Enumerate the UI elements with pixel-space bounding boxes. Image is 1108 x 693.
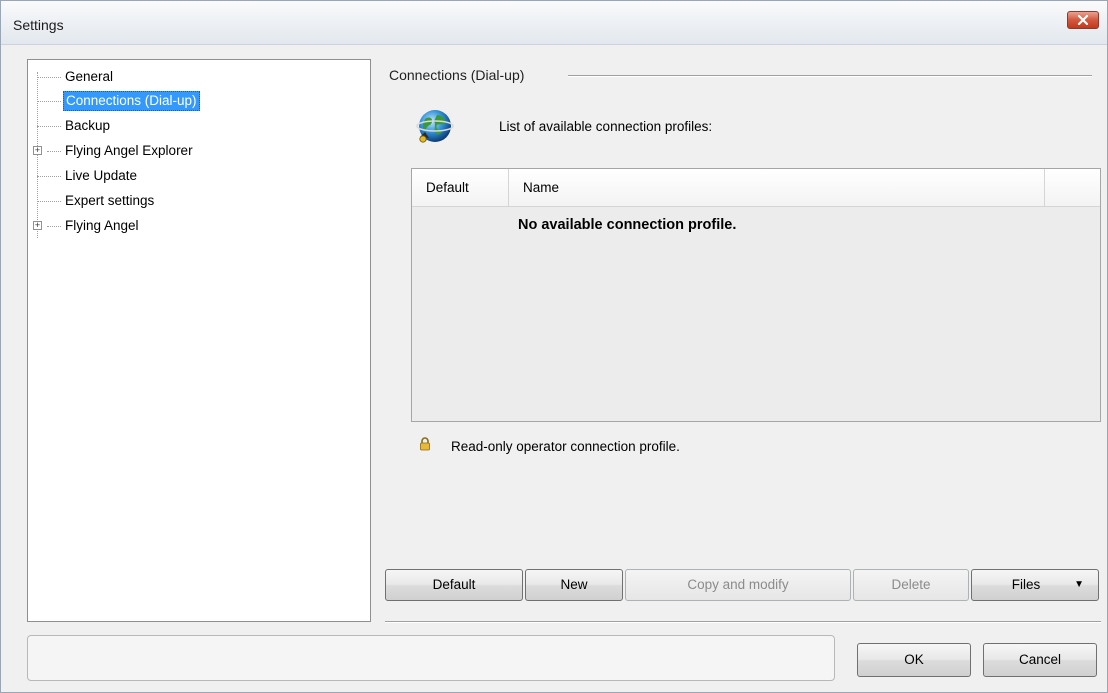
tree-item-label: Live Update — [65, 168, 138, 183]
panel-separator — [385, 621, 1101, 623]
button-label: Cancel — [1018, 652, 1062, 667]
read-only-legend: Read-only operator connection profile. — [451, 439, 680, 454]
tree-item-label: Backup — [65, 118, 111, 133]
tree-item-label: Connections (Dial-up) — [63, 91, 200, 111]
tree-item-label: Flying Angel Explorer — [65, 143, 193, 158]
title-bar[interactable]: Settings — [1, 1, 1107, 45]
tree-connector — [37, 77, 61, 78]
settings-window: Settings General Connections (Dial-up) B… — [0, 0, 1108, 693]
window-title: Settings — [13, 17, 64, 33]
cancel-button[interactable]: Cancel — [983, 643, 1097, 677]
close-icon — [1077, 15, 1089, 25]
button-label: Default — [432, 577, 476, 592]
button-label: Delete — [891, 577, 931, 592]
column-header-extra[interactable] — [1045, 169, 1100, 207]
default-button[interactable]: Default — [385, 569, 523, 601]
globe-network-icon — [416, 110, 454, 143]
tree-connector — [37, 101, 61, 102]
close-button[interactable] — [1067, 11, 1099, 29]
lock-icon — [420, 437, 430, 451]
tree-connector — [47, 151, 61, 152]
list-header: Default Name — [412, 169, 1100, 207]
group-title: Connections (Dial-up) — [389, 67, 525, 83]
column-header-default[interactable]: Default — [412, 169, 509, 207]
delete-button[interactable]: Delete — [853, 569, 969, 601]
empty-list-message: No available connection profile. — [518, 217, 737, 233]
button-label: New — [560, 577, 588, 592]
button-label: Files — [1011, 577, 1041, 592]
expand-plus-icon[interactable]: + — [33, 221, 42, 230]
expand-plus-icon[interactable]: + — [33, 146, 42, 155]
settings-tree[interactable]: General Connections (Dial-up) Backup + F… — [27, 59, 371, 622]
button-label: Copy and modify — [687, 577, 789, 592]
tree-item-label: Flying Angel — [65, 218, 139, 233]
tree-connector — [37, 126, 61, 127]
tree-connector — [37, 72, 38, 238]
tree-connector — [37, 176, 61, 177]
new-button[interactable]: New — [525, 569, 623, 601]
copy-and-modify-button[interactable]: Copy and modify — [625, 569, 851, 601]
column-header-name[interactable]: Name — [509, 169, 1045, 207]
chevron-down-icon: ▼ — [1074, 579, 1084, 590]
tree-item-label: Expert settings — [65, 193, 155, 208]
ok-button[interactable]: OK — [857, 643, 971, 677]
tree-connector — [37, 201, 61, 202]
list-caption: List of available connection profiles: — [499, 119, 713, 134]
tree-connector — [47, 226, 61, 227]
status-box — [27, 635, 835, 681]
files-dropdown-button[interactable]: Files ▼ — [971, 569, 1099, 601]
tree-item-label: General — [65, 69, 114, 84]
connection-profiles-list[interactable]: Default Name No available connection pro… — [411, 168, 1101, 422]
group-divider — [568, 75, 1092, 77]
button-label: OK — [904, 652, 924, 667]
